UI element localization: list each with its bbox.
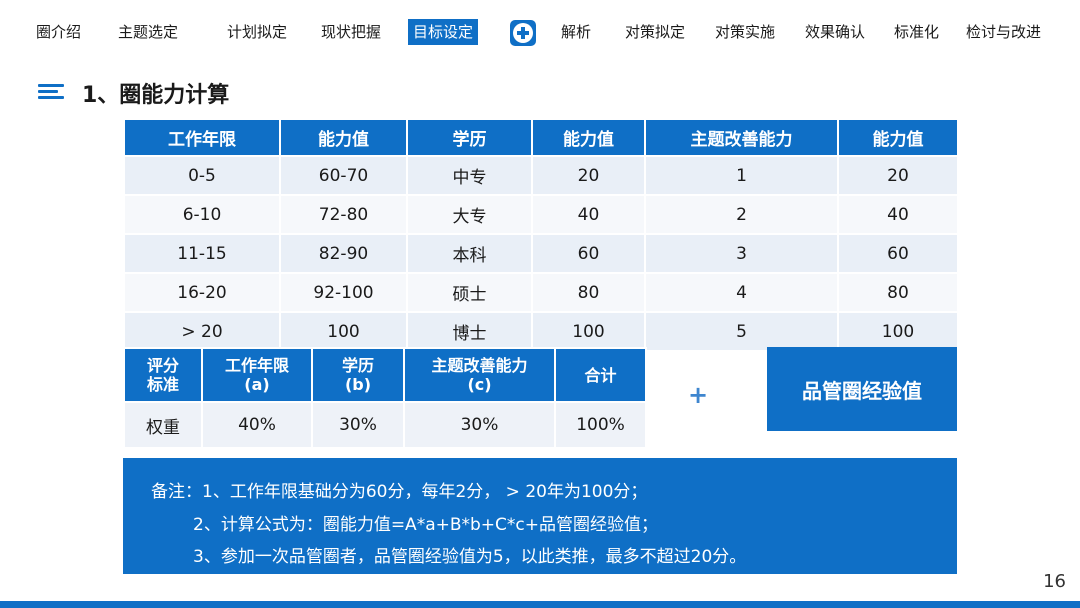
table-cell: 100: [531, 311, 646, 352]
nav-item-standardization[interactable]: 标准化: [889, 19, 944, 45]
table-cell: 6-10: [123, 194, 281, 235]
table-cell: 1: [644, 155, 839, 196]
header-ability-value: 能力值: [837, 118, 959, 157]
table-cell: 大专: [406, 194, 533, 235]
table-row: 0-5 60-70 中专 20 1 20: [123, 155, 959, 196]
table-cell: 硕士: [406, 272, 533, 313]
table-cell: 5: [644, 311, 839, 352]
note-line-3: 3、参加一次品管圈者，品管圈经验值为5，以此类推，最多不超过20分。: [193, 547, 747, 567]
table-cell: 40: [531, 194, 646, 235]
note-line-2: 2、计算公式为：圈能力值=A*a+B*b+C*c+品管圈经验值；: [193, 515, 659, 535]
table-cell: 20: [837, 155, 959, 196]
plus-sign: +: [688, 381, 709, 409]
nav-item-goal-setting[interactable]: 目标设定: [408, 19, 479, 45]
table-cell: 100: [279, 311, 408, 352]
ability-table: 工作年限 能力值 学历 能力值 主题改善能力 能力值 0-5 60-70 中专 …: [123, 118, 959, 352]
table-row: 11-15 82-90 本科 60 3 60: [123, 233, 959, 274]
nav-item-countermeasure-implement[interactable]: 对策实施: [710, 19, 780, 45]
table-cell: 30%: [403, 401, 556, 449]
top-nav: 圈介绍 主题选定 计划拟定 现状把握 目标设定 解析 对策拟定 对策实施 效果确…: [0, 19, 1080, 46]
nav-item-intro[interactable]: 圈介绍: [31, 19, 86, 45]
nav-item-countermeasure-plan[interactable]: 对策拟定: [620, 19, 690, 45]
table-cell: 中专: [406, 155, 533, 196]
table-row: 6-10 72-80 大专 40 2 40: [123, 194, 959, 235]
table-cell: 40%: [201, 401, 313, 449]
table-cell: 100: [837, 311, 959, 352]
table-cell: 60-70: [279, 155, 408, 196]
note-line-1: 备注：1、工作年限基础分为60分，每年2分， > 20年为100分；: [151, 482, 648, 502]
table-cell: 11-15: [123, 233, 281, 274]
table-cell: 4: [644, 272, 839, 313]
nav-item-review-improve[interactable]: 检讨与改进: [961, 19, 1046, 45]
header-work-years-a: 工作年限 (a): [201, 347, 313, 403]
section-title: 1、圈能力计算: [82, 83, 230, 108]
list-icon: [38, 84, 64, 100]
header-education-b: 学历 (b): [311, 347, 405, 403]
table-cell: 20: [531, 155, 646, 196]
nav-item-effect-confirm[interactable]: 效果确认: [800, 19, 870, 45]
table-cell: 80: [837, 272, 959, 313]
table-cell: 30%: [311, 401, 405, 449]
table-cell: 92-100: [279, 272, 408, 313]
nav-item-current-status[interactable]: 现状把握: [316, 19, 386, 45]
notes-box: 备注：1、工作年限基础分为60分，每年2分， > 20年为100分； 2、计算公…: [123, 458, 957, 574]
table-cell: 0-5: [123, 155, 281, 196]
header-education: 学历: [406, 118, 533, 157]
weight-table: 评分 标准 工作年限 (a) 学历 (b) 主题改善能力 (c) 合计 权重 40% 3…: [123, 347, 647, 449]
table-cell: 40: [837, 194, 959, 235]
table-row: > 20 100 博士 100 5 100: [123, 311, 959, 352]
table-cell: 60: [531, 233, 646, 274]
nav-item-analysis[interactable]: 解析: [556, 19, 596, 45]
table-cell: 2: [644, 194, 839, 235]
header-total: 合计: [554, 347, 647, 403]
header-work-years: 工作年限: [123, 118, 281, 157]
header-ability-value: 能力值: [279, 118, 408, 157]
plus-circle-icon[interactable]: [510, 20, 536, 46]
header-scoring-standard: 评分 标准: [123, 347, 203, 403]
table-cell: 博士: [406, 311, 533, 352]
nav-item-planning[interactable]: 计划拟定: [222, 19, 292, 45]
table-cell: 72-80: [279, 194, 408, 235]
header-theme-improvement: 主题改善能力: [644, 118, 839, 157]
table-cell: 16-20: [123, 272, 281, 313]
header-ability-value: 能力值: [531, 118, 646, 157]
table-cell: > 20: [123, 311, 281, 352]
table-cell: 本科: [406, 233, 533, 274]
table-cell: 权重: [123, 401, 203, 449]
table-cell: 100%: [554, 401, 647, 449]
table-row: 16-20 92-100 硕士 80 4 80: [123, 272, 959, 313]
page-number: 16: [1043, 571, 1066, 592]
table-cell: 60: [837, 233, 959, 274]
nav-item-theme-selection[interactable]: 主题选定: [113, 19, 183, 45]
table-row: 权重 40% 30% 30% 100%: [123, 401, 647, 449]
experience-value-box: 品管圈经验值: [767, 347, 957, 431]
bottom-bar: [0, 601, 1080, 608]
header-theme-improvement-c: 主题改善能力 (c): [403, 347, 556, 403]
table-header-row: 工作年限 能力值 学历 能力值 主题改善能力 能力值: [123, 118, 959, 157]
table-cell: 80: [531, 272, 646, 313]
table-cell: 3: [644, 233, 839, 274]
table-header-row: 评分 标准 工作年限 (a) 学历 (b) 主题改善能力 (c) 合计: [123, 347, 647, 403]
table-cell: 82-90: [279, 233, 408, 274]
